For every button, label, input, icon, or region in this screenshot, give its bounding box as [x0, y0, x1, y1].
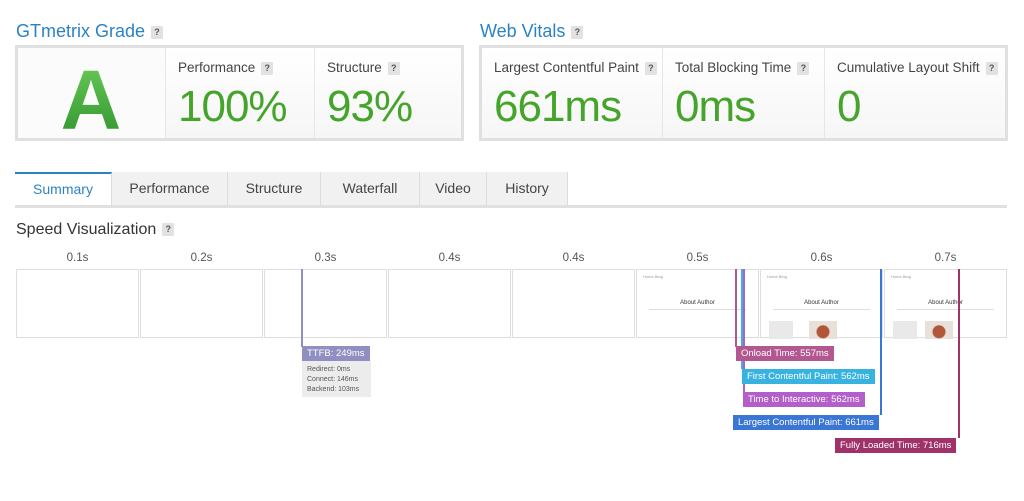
frame-page-header: Home Blog: [767, 274, 787, 279]
help-icon[interactable]: ?: [571, 26, 584, 40]
frame-time-label: 0.5s: [686, 252, 709, 264]
speed-visualization-heading: Speed Visualization?: [16, 221, 175, 239]
performance-cell: Performance? 100%: [165, 48, 315, 138]
help-icon[interactable]: ?: [387, 61, 400, 75]
speed-visualization-title: Speed Visualization: [16, 221, 157, 238]
help-icon[interactable]: ?: [985, 61, 998, 75]
frame-time-label: 0.6s: [810, 252, 833, 264]
frame-time-label: 0.4s: [562, 252, 585, 264]
vitals-panel: Largest Contentful Paint? 661ms Total Bl…: [479, 45, 1008, 141]
onload-line: [735, 269, 737, 347]
tab-history[interactable]: History: [487, 172, 568, 205]
grade-panel: A Performance? 100% Structure? 93%: [15, 45, 464, 147]
frame-time-label: 0.2s: [190, 252, 213, 264]
frame-time-label: 0.3s: [314, 252, 337, 264]
fully-loaded-line: [958, 269, 960, 438]
frame-page-header: Home Blog: [891, 274, 911, 279]
ttfb-redirect: Redirect: 0ms: [307, 366, 351, 373]
tbt-value: 0ms: [675, 82, 756, 131]
frame-text-line: [897, 309, 994, 310]
help-icon[interactable]: ?: [151, 26, 164, 40]
frame-time-label: 0.1s: [66, 252, 89, 264]
gtmetrix-grade-heading: GTmetrix Grade?: [16, 21, 164, 42]
frame-image: [769, 321, 793, 339]
help-icon[interactable]: ?: [797, 61, 810, 75]
frame-time-label: 0.7s: [934, 252, 957, 264]
frame-author-photo: [809, 321, 837, 339]
tab-waterfall[interactable]: Waterfall: [321, 172, 420, 205]
web-vitals-title: Web Vitals: [480, 21, 566, 41]
cls-cell: Cumulative Layout Shift? 0: [824, 48, 1005, 138]
filmstrip-frame[interactable]: [388, 269, 511, 338]
frame-text-line: [649, 309, 746, 310]
frame-author-photo: [925, 321, 953, 339]
gtmetrix-grade-title: GTmetrix Grade: [16, 21, 146, 41]
frame-page-title: About Author: [928, 300, 963, 306]
help-icon[interactable]: ?: [162, 223, 175, 237]
fully-loaded-marker: Fully Loaded Time: 716ms: [835, 438, 957, 453]
frame-time-label: 0.4s: [438, 252, 461, 264]
fcp-marker: First Contentful Paint: 562ms: [742, 369, 875, 384]
lcp-marker: Largest Contentful Paint: 661ms: [733, 415, 879, 430]
filmstrip-frame[interactable]: [264, 269, 387, 338]
lcp-line: [880, 269, 882, 415]
cls-label: Cumulative Layout Shift?: [837, 60, 998, 75]
ttfb-backend: Backend: 103ms: [307, 386, 360, 393]
frame-page-title: About Author: [804, 300, 839, 306]
lcp-cell: Largest Contentful Paint? 661ms: [482, 48, 662, 138]
web-vitals-heading: Web Vitals?: [480, 21, 584, 42]
ttfb-marker: TTFB: 249ms: [302, 346, 370, 361]
structure-label: Structure?: [327, 60, 400, 75]
frame-text-line: [773, 309, 870, 310]
help-icon[interactable]: ?: [261, 61, 274, 75]
filmstrip-frame[interactable]: Home Blog About Author: [760, 269, 883, 339]
ttfb-details: Redirect: 0ms Connect: 146ms Backend: 10…: [302, 361, 371, 397]
ttfb-line: [301, 269, 303, 347]
frame-image: [893, 321, 917, 339]
filmstrip-frame[interactable]: [140, 269, 263, 338]
tab-performance[interactable]: Performance: [112, 172, 228, 205]
ttfb-connect: Connect: 146ms: [307, 376, 358, 383]
grade-letter: A: [18, 52, 164, 149]
performance-label: Performance?: [178, 60, 274, 75]
lcp-label: Largest Contentful Paint?: [494, 60, 657, 75]
lcp-value: 661ms: [494, 82, 622, 131]
filmstrip-frame[interactable]: [16, 269, 139, 338]
performance-value: 100%: [178, 82, 288, 131]
report-tabs: Summary Performance Structure Waterfall …: [15, 172, 1007, 208]
filmstrip-frame[interactable]: [512, 269, 635, 338]
onload-marker: Onload Time: 557ms: [736, 346, 834, 361]
frame-page-title: About Author: [680, 300, 715, 306]
structure-value: 93%: [327, 82, 413, 131]
tab-summary[interactable]: Summary: [15, 172, 112, 205]
frame-page-header: Home Blog: [643, 274, 663, 279]
cls-value: 0: [837, 82, 862, 131]
filmstrip-frame[interactable]: Home Blog About Author: [884, 269, 1007, 339]
tab-video[interactable]: Video: [420, 172, 487, 205]
tbt-cell: Total Blocking Time? 0ms: [662, 48, 825, 138]
tti-marker: Time to Interactive: 562ms: [743, 392, 865, 407]
tbt-label: Total Blocking Time?: [675, 60, 810, 75]
tab-structure[interactable]: Structure: [228, 172, 321, 205]
structure-cell: Structure? 93%: [314, 48, 461, 138]
help-icon[interactable]: ?: [644, 61, 657, 75]
